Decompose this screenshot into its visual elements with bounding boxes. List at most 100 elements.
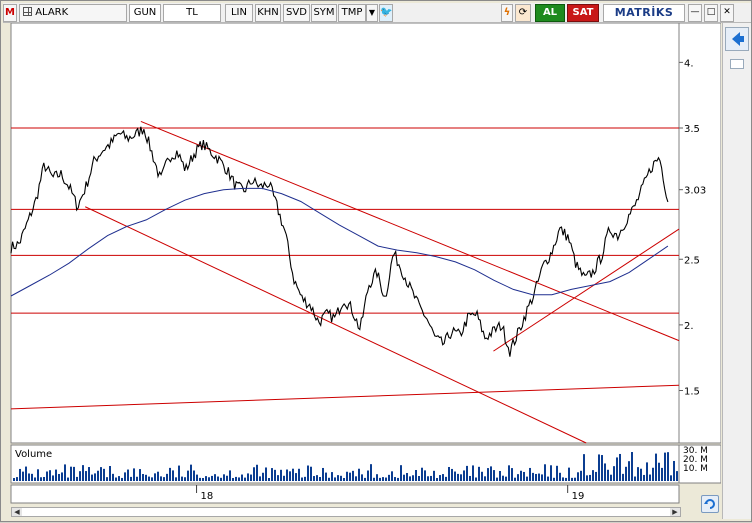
volume-bar — [562, 477, 564, 481]
volume-bar — [37, 469, 39, 481]
period-selector[interactable]: GUN — [129, 4, 161, 22]
volume-bar — [355, 476, 357, 481]
volume-bar — [436, 477, 438, 481]
volume-bar — [406, 472, 408, 481]
volume-bar — [349, 472, 351, 481]
x-tick-label: 19 — [572, 491, 585, 502]
flash-icon[interactable]: ϟ — [501, 4, 513, 22]
maximize-button[interactable]: □ — [704, 4, 718, 22]
volume-bar — [574, 477, 576, 481]
chart-area[interactable]: 4. 3.5 3.03 2.5 2. 1.5 Volume 30. M 20. M 10. M 18… — [1, 23, 752, 523]
volume-bar — [79, 471, 81, 481]
volume-bar — [553, 477, 555, 481]
volume-bar — [202, 477, 204, 481]
volume-bar — [289, 471, 291, 481]
volume-bar — [499, 470, 501, 481]
horizontal-scrollbar[interactable]: ◀ ▶ — [11, 507, 681, 517]
x-tick-label: 18 — [201, 491, 214, 502]
volume-bar — [253, 467, 255, 481]
volume-bar — [466, 465, 468, 481]
volume-bar — [157, 471, 159, 481]
volume-bar — [676, 471, 678, 481]
price-chart[interactable]: 4.3.53.032.52.1.5Volume 30. M20. M10. M18… — [1, 23, 721, 523]
volume-bar — [646, 462, 648, 481]
volume-bar — [109, 466, 111, 481]
volume-bar — [148, 476, 150, 481]
volume-bar — [118, 476, 120, 481]
volume-bar — [463, 470, 465, 481]
volume-bar — [265, 467, 267, 481]
volume-bar — [571, 477, 573, 481]
volume-bar — [217, 476, 219, 481]
volume-bar — [88, 467, 90, 481]
refresh-small-icon[interactable]: ⟳ — [515, 4, 531, 22]
volume-bar — [445, 476, 447, 481]
tmp-button[interactable]: TMP — [338, 4, 366, 22]
volume-bar — [634, 476, 636, 481]
volume-bar — [610, 474, 612, 481]
volume-bar — [637, 467, 639, 481]
volume-bar — [169, 467, 171, 481]
scroll-right-icon[interactable]: ▶ — [670, 508, 680, 516]
volume-bar — [13, 478, 15, 481]
currency-selector[interactable]: TL — [163, 4, 221, 22]
volume-bar — [397, 477, 399, 481]
volume-bar — [361, 474, 363, 481]
volume-bar — [433, 470, 435, 481]
sell-button[interactable]: SAT — [567, 4, 599, 22]
volume-bar — [460, 474, 462, 481]
y-tick-label: 3.03 — [684, 186, 706, 197]
y-tick-label: 1.5 — [684, 387, 700, 398]
minimize-button[interactable]: — — [688, 4, 702, 22]
volume-bar — [163, 477, 165, 481]
volume-bar — [367, 470, 369, 481]
volume-bar — [586, 475, 588, 481]
volume-bar — [535, 473, 537, 481]
brand-logo: MATRİKS — [603, 4, 685, 22]
volume-bar — [73, 466, 75, 481]
volume-bar — [631, 452, 633, 481]
collapse-arrow-icon[interactable] — [725, 27, 749, 51]
sym-button[interactable]: SYM — [311, 4, 337, 22]
refresh-icon[interactable] — [701, 495, 719, 513]
twitter-icon[interactable]: 🐦 — [379, 4, 393, 22]
volume-bar — [316, 475, 318, 481]
volume-bar — [103, 468, 105, 481]
symbol-selector[interactable]: ALARK — [19, 4, 127, 22]
volume-bar — [226, 475, 228, 481]
volume-bar — [340, 475, 342, 481]
volume-bar — [511, 468, 513, 481]
volume-bar — [622, 473, 624, 481]
panel-toggle-icon[interactable] — [730, 59, 744, 69]
volume-bar — [331, 472, 333, 481]
volume-bar — [298, 468, 300, 481]
volume-bar — [481, 471, 483, 481]
khn-button[interactable]: KHN — [255, 4, 281, 22]
volume-bar — [292, 468, 294, 481]
volume-bar — [607, 469, 609, 481]
app-logo[interactable]: M — [3, 4, 17, 22]
volume-bar — [46, 471, 48, 481]
volume-bar — [520, 470, 522, 481]
volume-bar — [532, 472, 534, 481]
volume-bar — [34, 477, 36, 481]
volume-bar — [382, 477, 384, 481]
y-tick-label: 2. — [684, 321, 694, 332]
volume-bar — [442, 474, 444, 481]
volume-bar — [376, 474, 378, 481]
volume-bar — [307, 465, 309, 481]
volume-bar — [487, 468, 489, 481]
scale-button[interactable]: LIN — [225, 4, 253, 22]
volume-bar — [508, 465, 510, 481]
volume-bar — [391, 471, 393, 481]
dropdown-arrow-icon[interactable]: ▼ — [366, 4, 378, 22]
right-sidebar — [722, 23, 751, 519]
volume-bar — [76, 476, 78, 481]
close-button[interactable]: ✕ — [720, 4, 734, 22]
scroll-left-icon[interactable]: ◀ — [12, 508, 22, 516]
svd-button[interactable]: SVD — [283, 4, 310, 22]
volume-bar — [448, 466, 450, 481]
volume-bar — [415, 469, 417, 481]
buy-button[interactable]: AL — [535, 4, 565, 22]
volume-bar — [592, 470, 594, 481]
